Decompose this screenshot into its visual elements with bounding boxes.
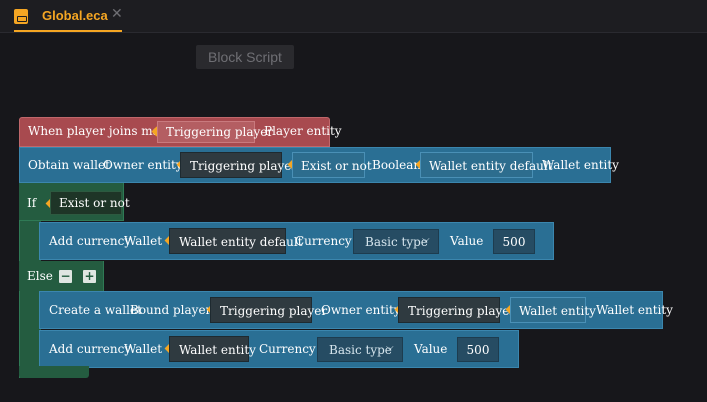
obtain-type: Wallet entity [542,158,619,172]
file-icon [14,9,28,24]
exist-or-not-slot[interactable]: Exist or not [292,152,372,178]
wallet-label: Wallet [124,342,163,356]
block-script-button[interactable]: Block Script [196,45,294,69]
currency-dropdown[interactable]: Basic type ⌵ [317,337,403,362]
wallet-default-slot[interactable]: Wallet entity default [420,152,553,178]
create-wallet-block[interactable]: Create a wallet Bound player Triggering … [39,291,673,329]
if-block-bottom [19,366,89,378]
value-input[interactable]: 500 [457,337,499,362]
owner-entity-slot[interactable]: Triggering player [180,152,297,178]
obtain-label: Obtain wallet [28,158,110,172]
else-block[interactable]: Else − + [19,261,104,291]
add-currency-label: Add currency [49,342,132,356]
value-label: Value [450,234,484,248]
currency-dropdown[interactable]: Basic type ⌵ [353,229,439,254]
if-label: If [27,196,37,210]
currency-value: Basic type [365,235,428,249]
wallet-label: Wallet [124,234,163,248]
add-currency-block-1[interactable]: Add currency Wallet Wallet entity defaul… [39,222,554,260]
add-currency-label: Add currency [49,234,132,248]
owner-entity-label: Owner entity [321,303,401,317]
wallet-value-slot[interactable]: Wallet entity [169,336,256,362]
wallet-entity-slot[interactable]: Wallet entity [510,297,596,323]
tab-bar: Global.eca ✕ [0,0,707,33]
plus-icon[interactable]: + [83,270,96,283]
event-block[interactable]: When player joins match Triggering playe… [19,117,342,147]
currency-label: Currency [295,234,352,248]
event-type: Player entity [264,124,342,138]
close-icon[interactable]: ✕ [111,6,123,22]
owner-entity-slot[interactable]: Triggering player [398,297,515,323]
value-input[interactable]: 500 [493,229,535,254]
boolean-label: Boolean [372,158,422,172]
obtain-wallet-block[interactable]: Obtain wallet Owner entity Triggering pl… [19,147,619,183]
minus-icon[interactable]: − [59,270,72,283]
bound-player-label: Bound player [130,303,212,317]
chevron-down-icon: ⌵ [422,234,430,245]
add-currency-block-2[interactable]: Add currency Wallet Wallet entity Curren… [39,330,519,368]
else-label: Else [27,269,53,283]
tab-title: Global.eca [42,8,108,23]
currency-value: Basic type [329,343,392,357]
triggering-player-slot[interactable]: Triggering player [157,121,273,143]
tab-global-eca[interactable]: Global.eca ✕ [14,0,123,32]
if-condition-slot[interactable]: Exist or not [50,191,130,215]
wallet-value-slot[interactable]: Wallet entity default [169,228,303,254]
create-wallet-label: Create a wallet [49,303,142,317]
create-type: Wallet entity [596,303,673,317]
value-label: Value [414,342,448,356]
currency-label: Currency [259,342,316,356]
chevron-down-icon: ⌵ [386,342,394,353]
bound-player-slot[interactable]: Triggering player [210,297,327,323]
owner-entity-label: Owner entity [103,158,183,172]
if-block[interactable]: If Exist or not [19,183,130,221]
